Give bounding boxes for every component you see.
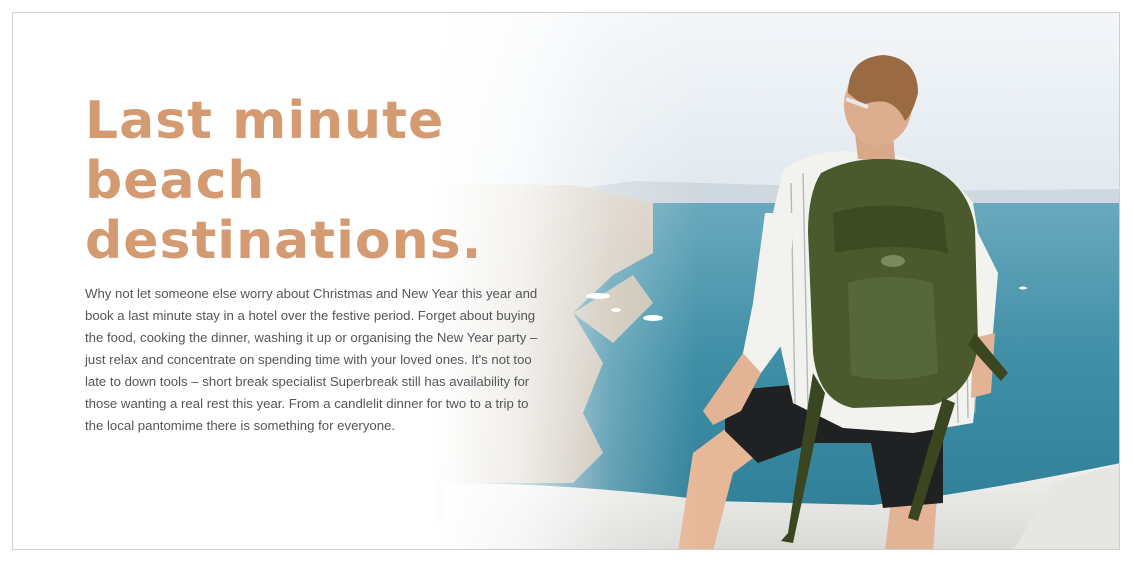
boat bbox=[611, 308, 621, 312]
article-content: Last minute beach destinations. Why not … bbox=[85, 91, 565, 437]
boat bbox=[643, 315, 663, 321]
backpack-front-pocket bbox=[848, 277, 938, 380]
boat bbox=[586, 293, 610, 299]
headline: Last minute beach destinations. bbox=[85, 91, 565, 271]
hero-banner: Last minute beach destinations. Why not … bbox=[12, 12, 1120, 550]
headline-line-2: destinations. bbox=[85, 211, 483, 271]
backpack-logo bbox=[881, 255, 905, 267]
article-body: Why not let someone else worry about Chr… bbox=[85, 286, 538, 433]
backpack-top-pocket bbox=[833, 205, 948, 253]
headline-line-1: Last minute beach bbox=[85, 91, 445, 211]
boat bbox=[1019, 286, 1027, 290]
